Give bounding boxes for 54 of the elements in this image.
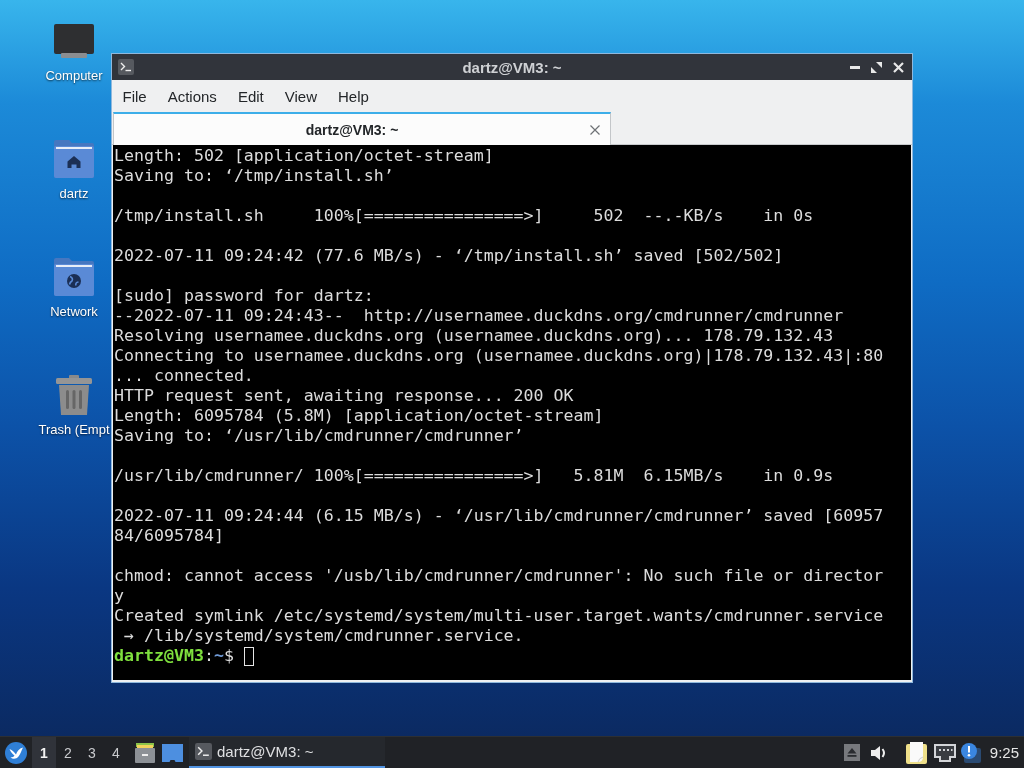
- workspace-button[interactable]: 2: [56, 737, 80, 768]
- terminal-line: → /lib/systemd/system/cmdrunner.service.: [123, 626, 524, 646]
- maximize-icon[interactable]: [871, 61, 882, 73]
- terminal-screen[interactable]: [113, 145, 911, 680]
- task-button[interactable]: dartz@VM3: ~: [189, 737, 385, 768]
- terminal-line: /usr/lib/cmdrunner/ 100%[================>] 5.81M 6.15MB/s in 0.9s: [114, 466, 834, 486]
- eject-icon[interactable]: [843, 744, 860, 761]
- desktop-icon-label[interactable]: Trash (Empt: [38, 421, 110, 439]
- terminal-line: Length: 6095784 (5.8M) [application/octet-stream]: [114, 406, 604, 426]
- terminal-line: ... connected.: [114, 366, 254, 386]
- terminal-line: --2022-07-11 09:24:43-- http://usernamee.duckdns.org/cmdrunner/cmdrunner: [114, 306, 844, 326]
- terminal-line: Connecting to usernamee.duckdns.org (usernamee.duckdns.org)|178.79.132.43|:80: [114, 346, 884, 366]
- terminal-line: 2022-07-11 09:24:44 (6.15 MB/s) - ‘/usr/lib/cmdrunner/cmdrunner’ saved [60957: [114, 506, 884, 526]
- computer-icon[interactable]: [54, 24, 94, 58]
- desktop-icon-label[interactable]: Network: [50, 303, 98, 321]
- menu-item[interactable]: Edit: [227, 83, 275, 109]
- terminal-line: 2022-07-11 09:24:42 (77.6 MB/s) - ‘/tmp/install.sh’ saved [502/502]: [114, 246, 784, 266]
- minimize-icon[interactable]: [850, 65, 860, 69]
- terminal-line: Length: 502 [application/octet-stream]: [114, 146, 494, 166]
- clipboard-icon[interactable]: [905, 741, 927, 764]
- terminal-line: Saving to: ‘/tmp/install.sh’: [114, 166, 394, 186]
- desktop-icon-label[interactable]: dartz: [59, 185, 89, 203]
- terminal-line: [sudo] password for dartz:: [114, 286, 374, 306]
- menu-item[interactable]: Actions: [157, 83, 228, 109]
- terminal-line: HTTP request sent, awaiting response... 200 OK: [114, 386, 574, 406]
- shell-prompt: dartz@VM3:~$: [114, 646, 234, 666]
- screen-icon[interactable]: [162, 743, 183, 762]
- window-title: dartz@VM3: ~: [462, 58, 562, 76]
- alert-icon[interactable]: [960, 742, 981, 763]
- terminal-icon[interactable]: [118, 59, 134, 75]
- workspace-button[interactable]: 3: [80, 737, 104, 768]
- terminal-line: 84/6095784]: [114, 526, 224, 546]
- terminal-line: chmod: cannot access '/usb/lib/cmdrunner/cmdrunner': No such file or director: [114, 566, 884, 586]
- home-folder-icon[interactable]: [54, 140, 94, 178]
- workspace-button[interactable]: 4: [104, 737, 128, 768]
- menu-item[interactable]: File: [112, 83, 158, 109]
- volume-icon[interactable]: [870, 744, 888, 761]
- terminal-icon: [195, 743, 212, 760]
- terminal-line: y: [114, 586, 124, 606]
- file-drawer-icon[interactable]: [135, 742, 155, 763]
- text-cursor: [243, 646, 254, 666]
- terminal-line: Resolving usernamee.duckdns.org (usernamee.duckdns.org)... 178.79.132.43: [114, 326, 834, 346]
- menu-item[interactable]: View: [274, 83, 328, 109]
- workspace-button[interactable]: 1: [32, 737, 56, 768]
- menu-item[interactable]: Help: [327, 83, 380, 109]
- clock[interactable]: 9:25: [989, 744, 1019, 761]
- terminal-line: Created symlink /etc/systemd/system/multi-user.target.wants/cmdrunner.service: [114, 606, 884, 626]
- bird-logo-icon[interactable]: [5, 741, 27, 764]
- terminal-line: /tmp/install.sh 100%[================>] 502 --.-KB/s in 0s: [114, 206, 814, 226]
- close-icon[interactable]: [590, 124, 600, 135]
- terminal-line: Saving to: ‘/usr/lib/cmdrunner/cmdrunner’: [114, 426, 524, 446]
- ethernet-port-icon[interactable]: [933, 743, 956, 762]
- terminal-tab[interactable]: dartz@VM3: ~: [113, 112, 611, 145]
- globe-folder-icon[interactable]: [54, 258, 94, 296]
